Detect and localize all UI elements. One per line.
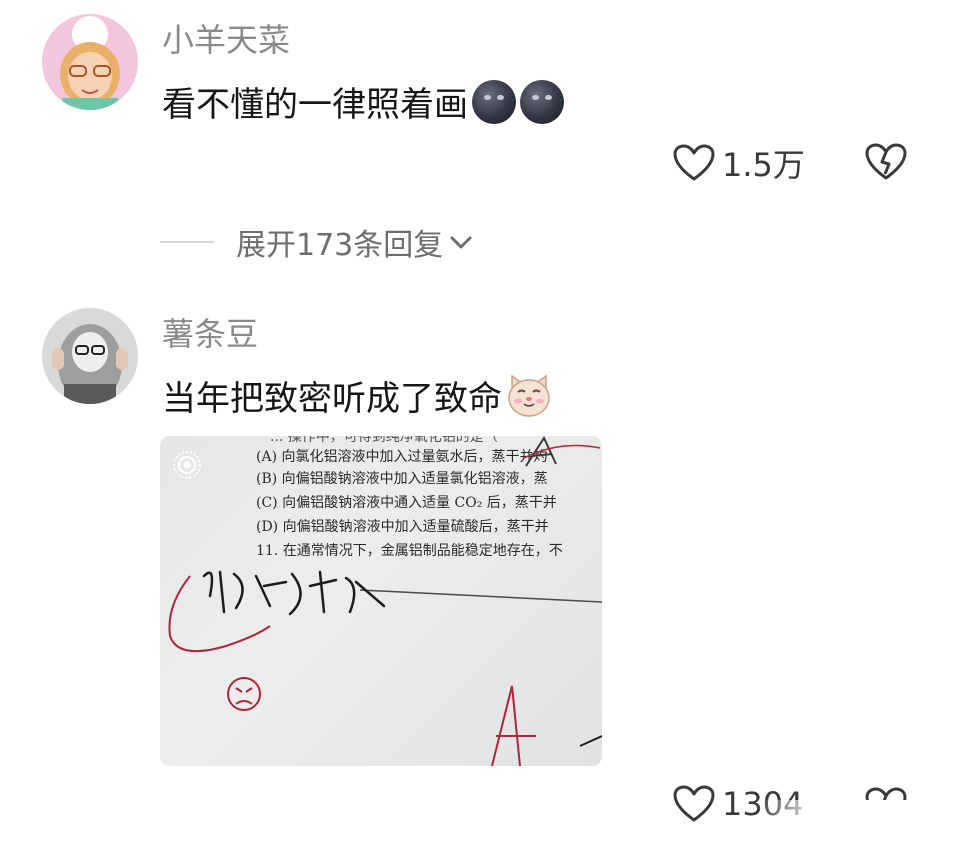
cat-face-icon xyxy=(508,374,550,417)
heart-icon xyxy=(673,785,715,822)
like-button[interactable]: 1.5万 xyxy=(672,140,805,186)
comment-photo[interactable]: ... 操作中，可得到纯净氧化铝的是（ (A) 向氯化铝溶液中加入过量氨水后，蒸… xyxy=(160,436,602,766)
expand-replies-button[interactable]: 展开173条回复 xyxy=(160,220,475,264)
new-moon-face-icon xyxy=(472,80,516,124)
comment-text-body: 当年把致密听成了致命 xyxy=(162,379,502,419)
avatar[interactable] xyxy=(42,14,138,110)
watermark-overlay xyxy=(756,800,946,830)
dislike-button[interactable] xyxy=(864,142,908,182)
divider xyxy=(160,241,214,243)
chevron-down-icon xyxy=(450,236,472,249)
avatar[interactable] xyxy=(42,308,138,404)
comment-text: 当年把致密听成了致命 xyxy=(162,374,552,421)
broken-heart-icon xyxy=(865,143,907,180)
like-count: 1.5万 xyxy=(722,146,805,184)
username[interactable]: 小羊天菜 xyxy=(162,20,290,60)
username[interactable]: 薯条豆 xyxy=(162,314,258,354)
expand-replies-label: 展开173条回复 xyxy=(236,228,444,263)
handwriting-annotation xyxy=(168,436,602,766)
comment-text: 看不懂的一律照着画 xyxy=(162,80,564,127)
comment-text-body: 看不懂的一律照着画 xyxy=(162,85,468,125)
heart-icon xyxy=(673,144,715,181)
new-moon-face-icon xyxy=(520,80,564,124)
